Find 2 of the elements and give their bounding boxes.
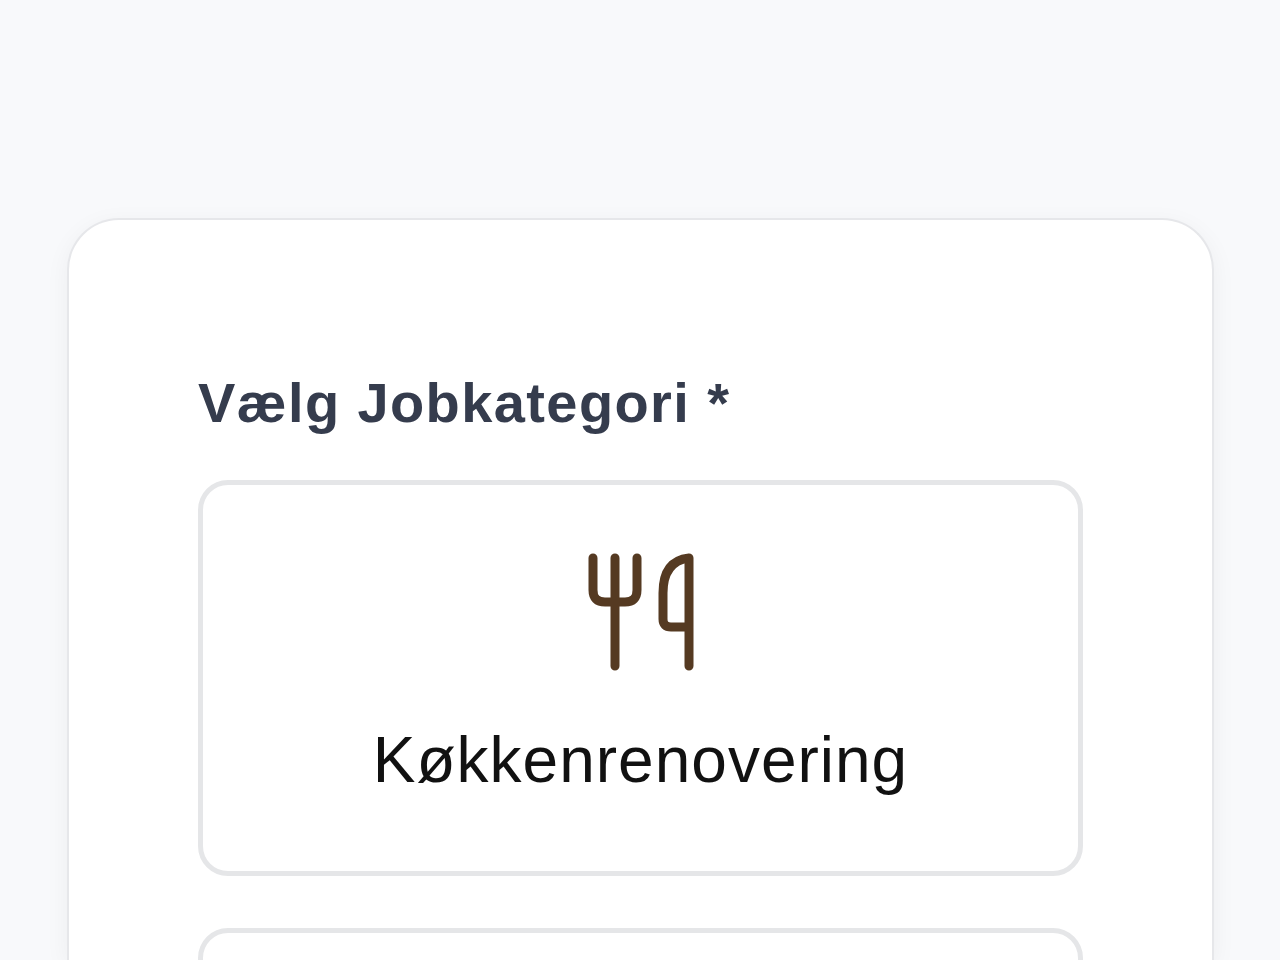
category-option[interactable]: Køkkenrenovering: [198, 480, 1083, 876]
cutlery-icon: [586, 553, 695, 671]
